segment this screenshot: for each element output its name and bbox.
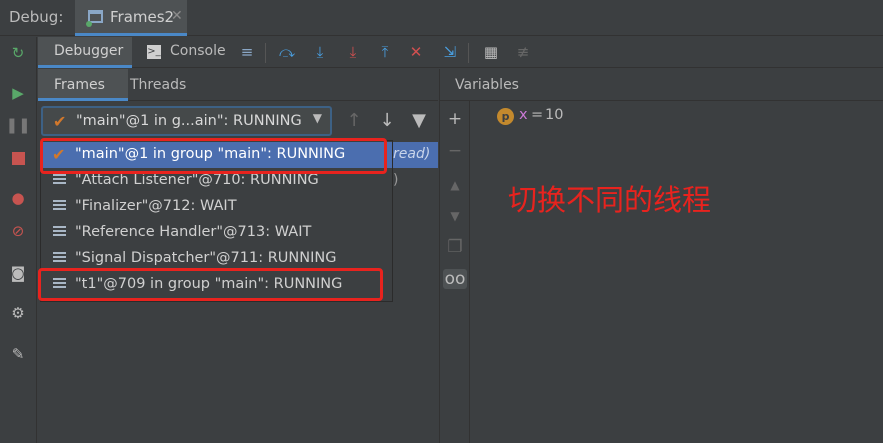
list-item[interactable]: "Reference Handler"@713: WAIT xyxy=(41,220,392,246)
tab-frames2-label: Frames2 xyxy=(110,8,175,26)
variable-name: x xyxy=(519,107,528,123)
next-frame-icon[interactable]: ↓ xyxy=(377,111,397,131)
thread-label: "Attach Listener"@710: RUNNING xyxy=(75,172,319,188)
previous-frame-icon[interactable]: ↑ xyxy=(344,111,364,131)
thread-label: "Reference Handler"@713: WAIT xyxy=(75,224,312,240)
tab-threads[interactable]: Threads xyxy=(130,77,186,93)
mute-breakpoints-icon[interactable]: ⊘ xyxy=(8,221,28,241)
step-over-icon[interactable]: ⤼ xyxy=(277,42,297,62)
camera-icon[interactable]: ◙ xyxy=(8,263,28,283)
add-watch-icon[interactable]: + xyxy=(445,109,465,129)
drop-frame-icon[interactable]: ✕ xyxy=(406,42,426,62)
filter-icon[interactable]: ▼ xyxy=(409,111,429,131)
show-execution-point-icon[interactable]: ≡ xyxy=(237,42,257,62)
rerun-icon[interactable]: ↻ xyxy=(8,43,28,63)
close-tab-icon[interactable]: ✕ xyxy=(171,8,183,24)
thread-label: "Finalizer"@712: WAIT xyxy=(75,198,237,214)
thread-icon xyxy=(53,174,66,188)
frames-threads-tabs: Frames Threads xyxy=(38,69,438,101)
tab-frames-label: Frames xyxy=(54,77,105,93)
stop-icon[interactable] xyxy=(8,148,28,168)
tab-frames2[interactable]: Frames2 ✕ xyxy=(75,0,187,36)
pin-icon[interactable]: ✎ xyxy=(8,344,28,364)
variables-toolbar: + − ▲ ▼ ❐ oo xyxy=(439,101,470,443)
view-breakpoints-icon[interactable]: ● xyxy=(8,188,28,208)
trace-current-stream-icon[interactable]: ≢ xyxy=(513,42,533,62)
tab-console[interactable]: Console xyxy=(170,43,226,59)
move-down-icon[interactable]: ▼ xyxy=(445,206,465,226)
thread-icon xyxy=(53,200,66,214)
frame-row-partial-text: read) xyxy=(393,146,431,162)
force-step-into-icon[interactable]: ⤓ xyxy=(343,42,363,62)
show-watches-glasses-icon[interactable]: oo xyxy=(443,269,467,289)
frame-row-partial[interactable]: read) xyxy=(393,142,438,168)
tab-frames[interactable]: Frames xyxy=(38,69,128,101)
running-indicator-icon xyxy=(86,21,92,27)
thread-icon xyxy=(53,252,66,266)
debug-title-bar: Debug: Frames2 ✕ xyxy=(0,0,883,36)
pause-icon[interactable]: ❚❚ xyxy=(5,115,30,135)
selected-thread-label: "main"@1 in g...ain": RUNNING xyxy=(76,113,302,129)
variable-value: 10 xyxy=(545,107,564,123)
thread-icon xyxy=(53,226,66,240)
run-to-cursor-icon[interactable]: ⇲ xyxy=(440,42,460,62)
move-up-icon[interactable]: ▲ xyxy=(445,175,465,195)
evaluate-expression-icon[interactable]: ▦ xyxy=(481,42,501,62)
frame-row-partial-suffix: ) xyxy=(393,172,399,188)
console-icon: >_ xyxy=(147,45,161,59)
debugger-toolbar: Debugger >_ Console ≡ ⤼ ⤓ ⤓ ⤒ ✕ ⇲ ▦ ≢ xyxy=(38,37,883,68)
settings-gear-icon[interactable]: ⚙ xyxy=(8,303,28,323)
highlight-box-t1 xyxy=(38,268,383,301)
check-icon: ✔ xyxy=(53,112,67,131)
highlight-box-main xyxy=(40,138,387,174)
thread-selector-dropdown[interactable]: ✔ "main"@1 in g...ain": RUNNING ▼ xyxy=(41,106,332,136)
variables-title: Variables xyxy=(455,77,519,93)
resume-icon[interactable]: ▶ xyxy=(8,83,28,103)
thread-label: "Signal Dispatcher"@711: RUNNING xyxy=(75,250,337,266)
dropdown-arrow-icon: ▼ xyxy=(312,111,322,125)
step-into-icon[interactable]: ⤓ xyxy=(310,42,330,62)
step-out-icon[interactable]: ⤒ xyxy=(375,42,395,62)
primitive-badge-icon: p xyxy=(497,108,514,125)
variable-equals: = xyxy=(531,107,544,123)
list-item[interactable]: "Finalizer"@712: WAIT xyxy=(41,194,392,220)
remove-watch-icon[interactable]: − xyxy=(445,141,465,161)
tab-debugger-label: Debugger xyxy=(54,43,124,59)
debug-label: Debug: xyxy=(9,8,64,26)
annotation-text: 切换不同的线程 xyxy=(508,183,712,217)
copy-icon[interactable]: ❐ xyxy=(445,237,465,257)
left-debug-toolbar: ↻ ▶ ❚❚ ● ⊘ ◙ ⚙ ✎ xyxy=(0,37,37,443)
toolbar-separator xyxy=(468,43,469,63)
toolbar-separator xyxy=(265,43,266,63)
variables-header: Variables xyxy=(439,69,883,101)
tab-debugger[interactable]: Debugger xyxy=(38,37,132,68)
